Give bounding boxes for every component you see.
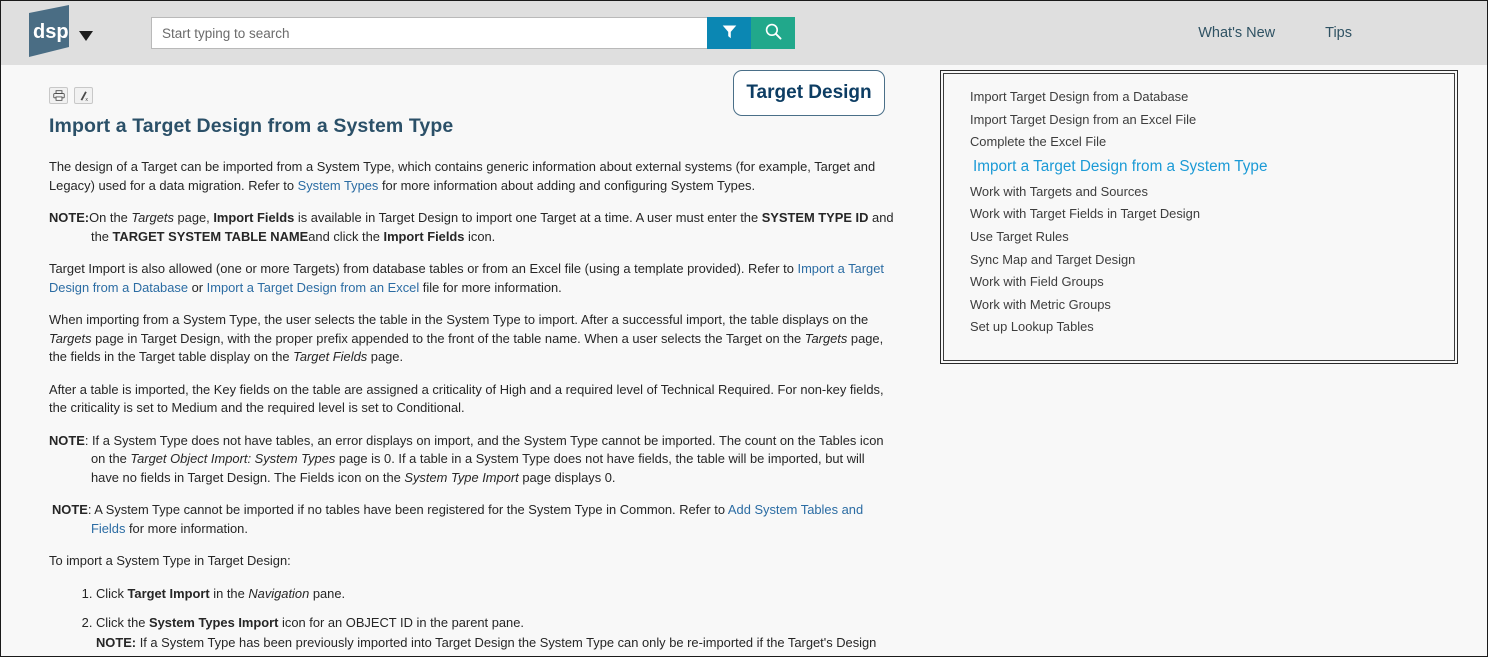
text-fragment: is available in Target Design to import … — [294, 210, 762, 225]
paragraph-target-import: Target Import is also allowed (one or mo… — [49, 260, 896, 297]
note-label: NOTE — [52, 502, 88, 517]
search-submit-button[interactable] — [751, 17, 795, 49]
header-nav: What's New Tips — [1198, 25, 1487, 41]
text-strong: SYSTEM TYPE ID — [761, 210, 869, 225]
toc-item-set-up-lookup-tables[interactable]: Set up Lookup Tables — [970, 320, 1432, 334]
text-fragment: and click the — [308, 228, 384, 244]
text-strong: System Types Import — [149, 615, 279, 630]
text-fragment: Click the — [96, 615, 150, 630]
note-label: NOTE: — [96, 634, 137, 650]
text-emphasis: Targets — [289, 654, 332, 657]
text-emphasis: Target Object Import: System Types — [130, 451, 336, 466]
text-fragment: When importing from a System Type, the u… — [49, 312, 869, 327]
text-strong: TARGET SYSTEM TABLE NAME — [112, 228, 309, 244]
text-fragment: in the — [209, 585, 249, 601]
page-body: Target Design Import Target Design from … — [1, 65, 1487, 657]
search-filter-button[interactable] — [707, 17, 751, 49]
toc-item-work-with-metric-groups[interactable]: Work with Metric Groups — [970, 297, 1432, 312]
toc-item-sync-map-and-target-design[interactable]: Sync Map and Target Design — [970, 252, 1432, 267]
filter-funnel-icon — [721, 23, 738, 43]
global-search — [151, 17, 795, 49]
text-strong: Target Import — [127, 585, 210, 601]
printer-icon[interactable] — [49, 87, 68, 104]
text-emphasis: Targets — [131, 210, 174, 225]
text-strong: Import Fields — [383, 228, 465, 244]
svg-text:dsp: dsp — [33, 21, 69, 43]
text-strong: Import Fields — [213, 210, 295, 225]
text-fragment: pane. — [309, 585, 346, 601]
note-no-tables: NOTE: If a System Type does not have tab… — [49, 432, 896, 488]
application-window: dsp Start typing to search What's New Ti… — [0, 0, 1488, 657]
text-fragment: : A System Type cannot be imported if no… — [87, 502, 728, 517]
paragraph-to-import-lead-in: To import a System Type in Target Design… — [49, 553, 291, 568]
list-item: Click the System Types Import icon for a… — [96, 614, 896, 657]
text-fragment: On the — [89, 210, 132, 225]
toc-item-import-target-design-from-a-database[interactable]: Import Target Design from a Database — [970, 90, 1432, 104]
svg-text:x: x — [85, 96, 88, 101]
page-title: Import a Target Design from a System Typ… — [49, 115, 454, 137]
related-topics-panel: Import Target Design from a Database Imp… — [940, 70, 1458, 364]
toc-item-import-target-design-from-an-excel-file[interactable]: Import Target Design from an Excel File — [970, 112, 1432, 127]
text-fragment: icon for an OBJECT ID in the parent pane… — [278, 615, 524, 630]
text-fragment: Target Import is also allowed (one or mo… — [49, 261, 798, 276]
dsp-logo-icon: dsp — [19, 5, 71, 61]
toc-item-import-a-target-design-from-a-system-type[interactable]: Import a Target Design from a System Typ… — [970, 158, 1432, 176]
toc-item-work-with-field-groups[interactable]: Work with Field Groups — [970, 275, 1432, 289]
text-fragment: or — [188, 279, 207, 295]
paragraph-criticality: After a table is imported, the Key field… — [49, 381, 884, 416]
text-emphasis: Navigation — [248, 585, 310, 601]
top-header-bar: dsp Start typing to search What's New Ti… — [1, 1, 1487, 65]
text-emphasis: System Type Import — [404, 469, 519, 485]
note-label: NOTE — [49, 432, 85, 448]
paragraph-intro: The design of a Target can be imported f… — [49, 158, 896, 195]
text-fragment: for more information. — [125, 520, 248, 536]
text-fragment: Click — [96, 585, 128, 601]
search-input[interactable] — [151, 17, 707, 49]
brand-logo[interactable]: dsp — [19, 5, 93, 61]
related-topics-list: Import Target Design from a Database Imp… — [943, 73, 1455, 361]
remove-highlight-icon[interactable]: x — [74, 87, 93, 104]
toc-item-work-with-target-fields-in-target-design[interactable]: Work with Target Fields in Target Design — [970, 207, 1432, 221]
text-emphasis: Target Fields — [293, 349, 368, 364]
list-item: Click Target Import in the Navigation pa… — [96, 585, 896, 604]
procedure-steps: Click Target Import in the Navigation pa… — [49, 585, 896, 657]
note-registered-tables: NOTE: A System Type cannot be imported i… — [49, 501, 896, 538]
paragraph-when-importing: When importing from a System Type, the u… — [49, 311, 896, 367]
link-import-from-excel[interactable]: Import a Target Design from an Excel — [207, 280, 420, 295]
nav-link-tips[interactable]: Tips — [1325, 25, 1352, 41]
text-emphasis: Targets — [49, 330, 92, 346]
toc-item-complete-the-excel-file[interactable]: Complete the Excel File — [970, 135, 1432, 149]
note-import-fields: NOTE:On the Targets page, Import Fields … — [49, 209, 896, 246]
text-emphasis: Targets — [804, 330, 848, 346]
note-previously-imported: NOTE: If a System Type has been previous… — [96, 633, 896, 657]
toc-item-work-with-targets-and-sources[interactable]: Work with Targets and Sources — [970, 184, 1432, 199]
text-fragment: page. — [367, 349, 404, 364]
chevron-down-icon[interactable] — [79, 31, 93, 41]
magnifier-icon — [764, 22, 783, 44]
article-content: x Import a Target Design from a System T… — [1, 65, 926, 657]
article-toolbar: x — [49, 87, 896, 104]
text-fragment: icon. — [464, 228, 496, 244]
link-system-types[interactable]: System Types — [298, 178, 379, 193]
toc-item-use-target-rules[interactable]: Use Target Rules — [970, 229, 1432, 244]
text-fragment: page in Target Design, with the proper p… — [91, 330, 805, 346]
text-fragment: page, — [173, 210, 214, 225]
text-fragment: page displays 0. — [518, 469, 616, 485]
text-fragment: for more information about adding and co… — [378, 177, 756, 193]
nav-link-whats-new[interactable]: What's New — [1198, 25, 1275, 41]
note-label: NOTE: — [49, 210, 90, 225]
text-fragment: file for more information. — [419, 279, 562, 295]
